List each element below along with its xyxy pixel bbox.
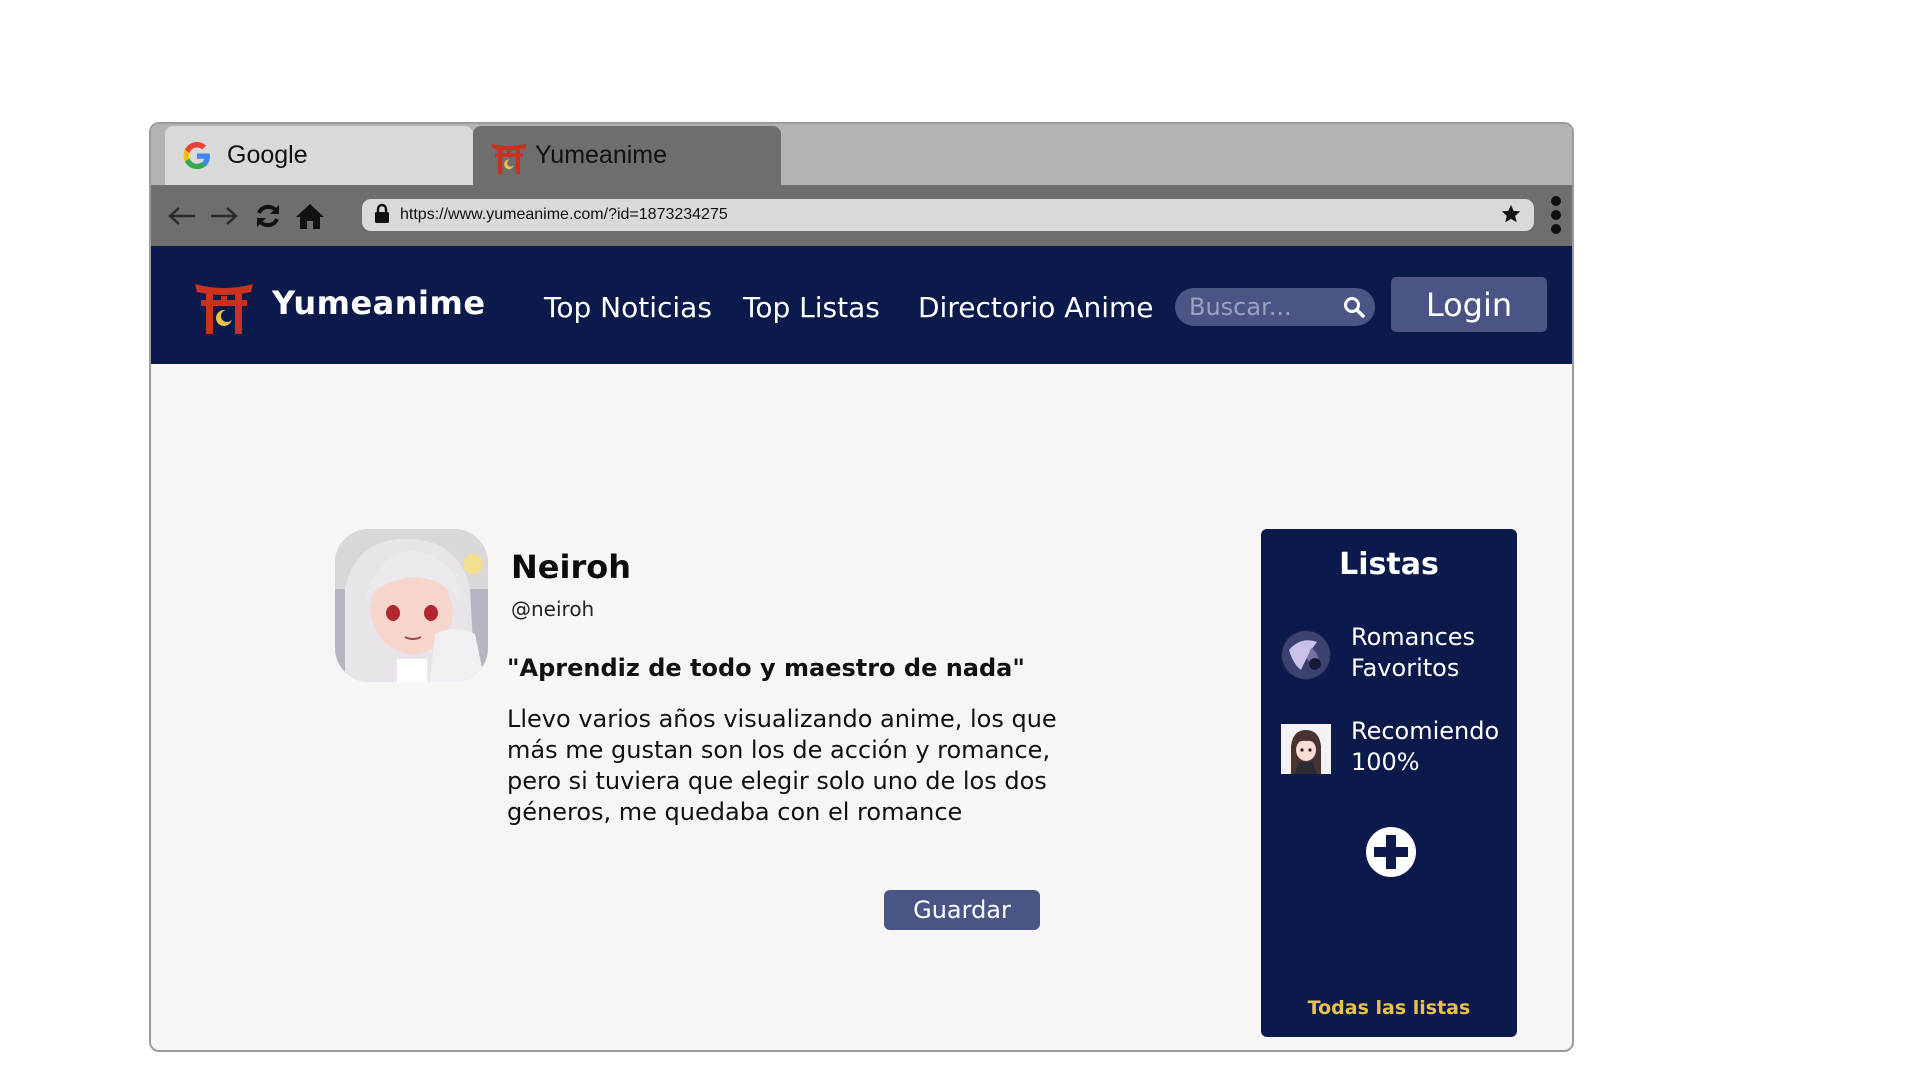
search-input[interactable] <box>1187 292 1337 322</box>
all-lists-link[interactable]: Todas las listas <box>1261 997 1517 1019</box>
browser-window: Google Yumeanime https://www.yumeanime.c… <box>149 122 1574 1052</box>
avatar[interactable] <box>335 529 488 682</box>
nav-top-listas[interactable]: Top Listas <box>743 291 880 324</box>
profile-bio[interactable]: Llevo varios años visualizando anime, lo… <box>507 704 1067 828</box>
lock-icon <box>374 203 390 227</box>
address-bar[interactable]: https://www.yumeanime.com/?id=1873234275 <box>362 199 1534 231</box>
save-button[interactable]: Guardar <box>884 890 1040 930</box>
add-list-button[interactable] <box>1365 826 1417 878</box>
list-thumbnail <box>1281 630 1331 680</box>
login-button[interactable]: Login <box>1391 277 1547 332</box>
search-box <box>1175 288 1375 326</box>
tab-label: Yumeanime <box>535 141 668 169</box>
torii-logo-icon[interactable] <box>193 278 255 334</box>
lists-panel: Listas Romances Favoritos Recomiendo 100… <box>1261 529 1517 1037</box>
site-header: Yumeanime Top Noticias Top Listas Direct… <box>151 246 1572 364</box>
tab-strip: Google Yumeanime <box>151 124 1572 185</box>
tab-yumeanime[interactable]: Yumeanime <box>473 126 781 185</box>
profile-handle: @neiroh <box>511 597 595 621</box>
brand-name[interactable]: Yumeanime <box>272 284 486 322</box>
plus-circle-icon <box>1366 827 1416 877</box>
url-text: https://www.yumeanime.com/?id=1873234275 <box>400 206 728 223</box>
menu-kebab-icon[interactable] <box>1550 195 1562 235</box>
home-icon[interactable] <box>293 199 327 233</box>
back-arrow-icon[interactable] <box>165 199 199 233</box>
lists-title: Listas <box>1339 547 1439 582</box>
nav-top-noticias[interactable]: Top Noticias <box>544 291 712 324</box>
tab-google[interactable]: Google <box>165 126 473 185</box>
list-thumbnail <box>1281 724 1331 774</box>
bookmark-star-icon[interactable] <box>1500 203 1522 229</box>
nav-directorio-anime[interactable]: Directorio Anime <box>918 291 1153 324</box>
torii-icon <box>489 140 527 174</box>
list-item[interactable]: Recomiendo 100% <box>1281 716 1506 782</box>
tab-label: Google <box>227 141 308 169</box>
list-label: Recomiendo 100% <box>1351 717 1500 776</box>
google-icon <box>181 140 213 172</box>
reload-icon[interactable] <box>251 199 285 233</box>
list-label: Romances Favoritos <box>1351 623 1476 682</box>
profile-name: Neiroh <box>511 548 631 586</box>
forward-arrow-icon[interactable] <box>207 199 241 233</box>
profile-quote[interactable]: "Aprendiz de todo y maestro de nada" <box>507 654 1025 682</box>
browser-toolbar: https://www.yumeanime.com/?id=1873234275 <box>151 185 1572 246</box>
search-icon[interactable] <box>1343 296 1365 322</box>
list-item[interactable]: Romances Favoritos <box>1281 622 1506 688</box>
